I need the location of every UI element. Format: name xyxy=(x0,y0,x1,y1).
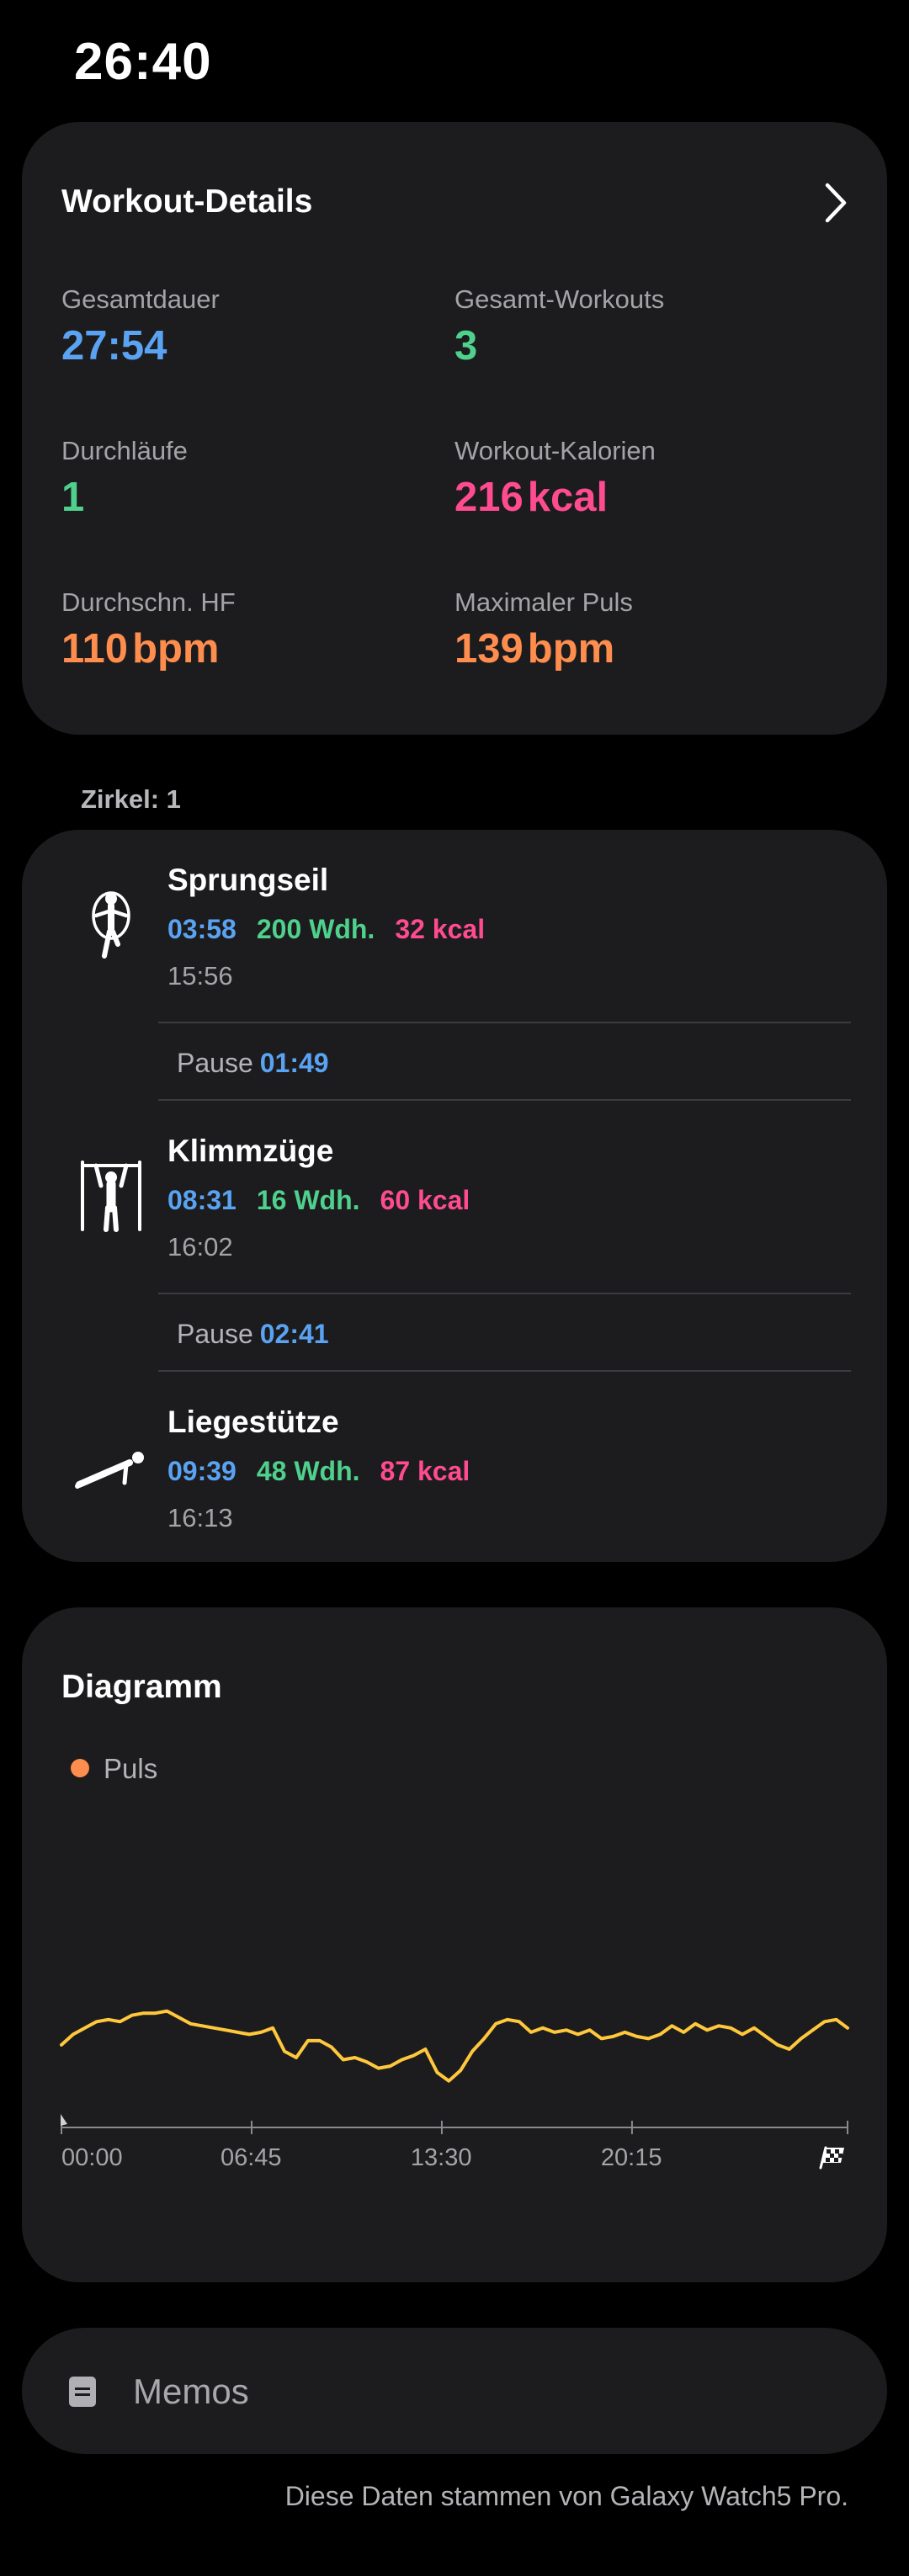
exercise-stats: 09:39 48 Wdh. 87 kcal xyxy=(167,1456,470,1486)
x-tick-label: 13:30 xyxy=(410,2144,472,2171)
data-source-note: Diese Daten stammen von Galaxy Watch5 Pr… xyxy=(284,2481,848,2511)
exercise-start-time: 15:56 xyxy=(167,961,233,991)
start-marker-icon xyxy=(61,2114,67,2126)
max-hr-value: 139 bpm xyxy=(454,626,615,672)
legend-swatch-puls xyxy=(71,1759,89,1777)
exercise-name: Liegestütze xyxy=(167,1405,339,1439)
x-tick-label: 00:00 xyxy=(61,2144,123,2171)
exercise-name: Klimmzüge xyxy=(167,1134,334,1168)
jump-rope-icon xyxy=(92,891,130,959)
heart-rate-chart[interactable] xyxy=(0,1978,909,2171)
divider xyxy=(158,1370,851,1372)
diagram-title: Diagramm xyxy=(61,1669,222,1705)
pull-up-icon xyxy=(81,1161,141,1232)
exercise-name: Sprungseil xyxy=(167,863,329,897)
series-line-puls xyxy=(60,2009,849,2083)
exercise-stats: 08:31 16 Wdh. 60 kcal xyxy=(167,1185,470,1215)
chevron-right-icon[interactable] xyxy=(821,181,850,225)
rounds-label: Durchläufe xyxy=(61,436,188,465)
divider xyxy=(158,1293,851,1294)
rounds-value: 1 xyxy=(61,475,85,520)
divider xyxy=(158,1022,851,1023)
divider xyxy=(158,1099,851,1101)
workout-calories-label: Workout-Kalorien xyxy=(454,436,656,465)
pause-row: Pause 02:41 xyxy=(177,1319,329,1349)
total-duration-label: Gesamtdauer xyxy=(61,284,220,314)
max-hr-label: Maximaler Puls xyxy=(454,587,633,617)
x-tick-label: 20:15 xyxy=(600,2144,662,2171)
avg-hr-value: 110 bpm xyxy=(61,626,220,672)
total-workouts-value: 3 xyxy=(454,323,478,369)
memo-icon xyxy=(69,2377,96,2407)
avg-hr-label: Durchschn. HF xyxy=(61,587,236,617)
workout-details-card[interactable]: Workout-Details Gesamtdauer 27:54 Gesamt… xyxy=(22,122,887,735)
memos-label: Memos xyxy=(133,2372,249,2411)
exercise-start-time: 16:13 xyxy=(167,1503,233,1532)
circuit-label: Zirkel: 1 xyxy=(81,784,181,814)
finish-flag-icon xyxy=(819,2146,844,2170)
status-bar-time: 26:40 xyxy=(74,33,212,91)
total-workouts-label: Gesamt-Workouts xyxy=(454,284,665,314)
exercise-stats: 03:58 200 Wdh. 32 kcal xyxy=(167,914,486,944)
push-up-icon xyxy=(75,1452,144,1489)
workout-details-title: Workout-Details xyxy=(61,183,313,220)
x-tick-label: 06:45 xyxy=(220,2144,282,2171)
workout-calories-value: 216 kcal xyxy=(454,475,609,520)
legend-label-puls: Puls xyxy=(104,1753,158,1784)
diagram-card: Diagramm xyxy=(22,1607,887,2282)
pause-row: Pause 01:49 xyxy=(177,1048,329,1078)
total-duration-value: 27:54 xyxy=(61,323,167,369)
exercise-start-time: 16:02 xyxy=(167,1232,233,1261)
